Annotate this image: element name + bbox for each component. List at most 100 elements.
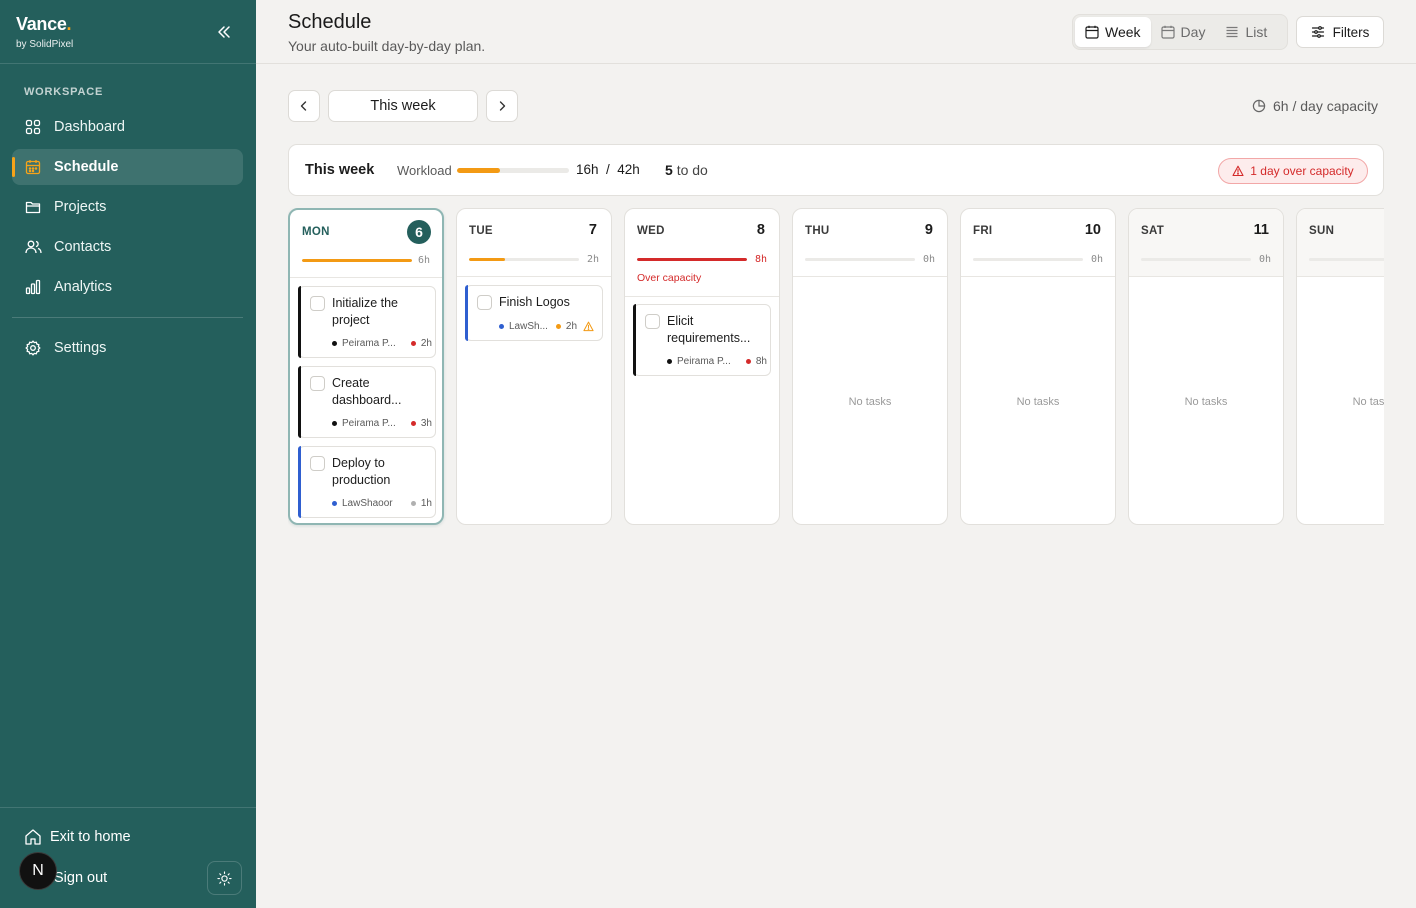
calendar-icon xyxy=(24,158,42,176)
task-card[interactable]: Finish Logos LawSh... 2h xyxy=(465,285,603,341)
task-accent xyxy=(298,446,301,518)
task-accent xyxy=(298,286,301,358)
duration-value: 2h xyxy=(565,321,578,332)
sidebar: Vance. by SolidPixel WORKSPACE Dashboard… xyxy=(0,0,256,908)
warning-icon xyxy=(1232,165,1244,177)
chevron-left-icon xyxy=(300,101,307,111)
day-hours: 0h xyxy=(1258,254,1271,265)
day-load-fill xyxy=(302,259,412,262)
day-number: 8 xyxy=(756,222,765,238)
sidebar-item-analytics[interactable]: Analytics xyxy=(12,269,243,305)
chevron-right-icon xyxy=(499,101,506,111)
sidebar-item-label: Projects xyxy=(54,199,107,215)
day-name: WED xyxy=(637,225,665,237)
avatar[interactable]: N xyxy=(19,852,57,890)
chevrons-left-icon xyxy=(218,26,230,38)
section-label: WORKSPACE xyxy=(24,86,104,98)
collapse-sidebar-button[interactable] xyxy=(212,22,236,42)
task-accent xyxy=(633,304,636,376)
page-title: Schedule xyxy=(288,11,372,33)
task-checkbox[interactable] xyxy=(310,296,325,311)
sidebar-separator xyxy=(12,317,243,318)
sidebar-item-label: Dashboard xyxy=(54,119,125,135)
over-capacity-note: Over capacity xyxy=(637,272,702,284)
view-week-button[interactable]: Week xyxy=(1075,17,1151,47)
week-range-button[interactable]: This week xyxy=(328,90,478,122)
sidebar-divider xyxy=(0,807,256,808)
day-load-bar xyxy=(637,258,747,261)
day-column-wed: WED 8 8h Over capacity Elicit requiremen… xyxy=(624,208,780,525)
view-day-button[interactable]: Day xyxy=(1151,17,1216,47)
folder-icon xyxy=(24,198,42,216)
day-name: MON xyxy=(302,226,330,238)
task-card[interactable]: Create dashboard... Peirama P... 3h xyxy=(298,366,436,438)
task-duration: 2h xyxy=(555,321,578,332)
capacity-label: 6h / day capacity xyxy=(1273,98,1379,114)
filters-button[interactable]: Filters xyxy=(1296,16,1384,48)
day-hours: 0h xyxy=(1090,254,1103,265)
task-card[interactable]: Initialize the project Peirama P... 2h xyxy=(298,286,436,358)
view-toggle: Week Day List xyxy=(1072,14,1288,50)
task-checkbox[interactable] xyxy=(310,376,325,391)
brand-name: Vance. xyxy=(16,14,72,34)
task-duration: 1h xyxy=(410,498,432,509)
day-number: 9 xyxy=(924,222,933,238)
over-capacity-label: 1 day over capacity xyxy=(1250,164,1354,178)
day-header: SUN xyxy=(1297,209,1384,277)
duration-dot xyxy=(410,501,416,506)
sign-out-link[interactable]: Sign out xyxy=(54,870,107,886)
calendar-icon xyxy=(1160,25,1175,39)
task-checkbox[interactable] xyxy=(477,295,492,310)
day-hours: 8h xyxy=(754,254,767,265)
task-title: Create dashboard... xyxy=(332,376,402,407)
week-grid: MON 6 6h Initialize the project Peirama … xyxy=(288,208,1384,528)
day-number: 7 xyxy=(588,222,597,238)
sidebar-item-projects[interactable]: Projects xyxy=(12,189,243,225)
theme-toggle-button[interactable] xyxy=(207,861,242,895)
calendar-icon xyxy=(1085,25,1099,39)
brand[interactable]: Vance. by SolidPixel xyxy=(16,14,73,50)
daily-capacity: 6h / day capacity xyxy=(1252,98,1378,114)
task-duration: 8h xyxy=(745,356,767,367)
duration-value: 1h xyxy=(420,498,432,509)
day-header: FRI 10 0h xyxy=(961,209,1115,277)
task-checkbox[interactable] xyxy=(310,456,325,471)
duration-dot xyxy=(410,421,416,426)
sidebar-item-contacts[interactable]: Contacts xyxy=(12,229,243,265)
sidebar-item-schedule[interactable]: Schedule xyxy=(12,149,243,185)
workload-label: Workload xyxy=(397,163,452,178)
day-header: MON 6 6h xyxy=(290,210,442,278)
day-name: TUE xyxy=(469,225,493,237)
task-project: LawSh... xyxy=(499,321,548,332)
sidebar-item-dashboard[interactable]: Dashboard xyxy=(12,109,243,145)
sidebar-item-settings[interactable]: Settings xyxy=(12,330,243,366)
task-duration: 3h xyxy=(410,418,432,429)
day-load-bar xyxy=(302,259,412,262)
gear-icon xyxy=(24,339,42,357)
task-meta: LawShaoor 1h xyxy=(332,498,432,509)
exit-to-home-link[interactable]: Exit to home xyxy=(24,828,131,846)
todo-count: 5 to do xyxy=(665,162,708,178)
task-project: Peirama P... xyxy=(667,356,731,367)
day-header: WED 8 8h Over capacity xyxy=(625,209,779,297)
prev-week-button[interactable] xyxy=(288,90,320,122)
empty-state: No tasks xyxy=(1016,396,1060,408)
workload-bar-fill xyxy=(457,168,500,173)
list-icon xyxy=(1225,25,1239,39)
day-column-sat: SAT 11 0h No tasks xyxy=(1128,208,1284,525)
bar-chart-icon xyxy=(24,278,42,296)
task-card[interactable]: Deploy to production LawShaoor 1h xyxy=(298,446,436,518)
task-checkbox[interactable] xyxy=(645,314,660,329)
task-title: Elicit requirements... xyxy=(667,314,751,345)
view-list-button[interactable]: List xyxy=(1215,17,1277,47)
day-load-bar xyxy=(973,258,1083,261)
sidebar-item-label: Contacts xyxy=(54,239,112,255)
next-week-button[interactable] xyxy=(486,90,518,122)
task-duration: 2h xyxy=(410,338,432,349)
summary-title: This week xyxy=(305,162,375,178)
task-project: Peirama P... xyxy=(332,418,396,429)
task-meta: LawSh... 2h xyxy=(499,321,599,332)
todo-number: 5 xyxy=(665,162,673,178)
task-card[interactable]: Elicit requirements... Peirama P... 8h xyxy=(633,304,771,376)
brand-subtitle: by SolidPixel xyxy=(16,39,74,50)
